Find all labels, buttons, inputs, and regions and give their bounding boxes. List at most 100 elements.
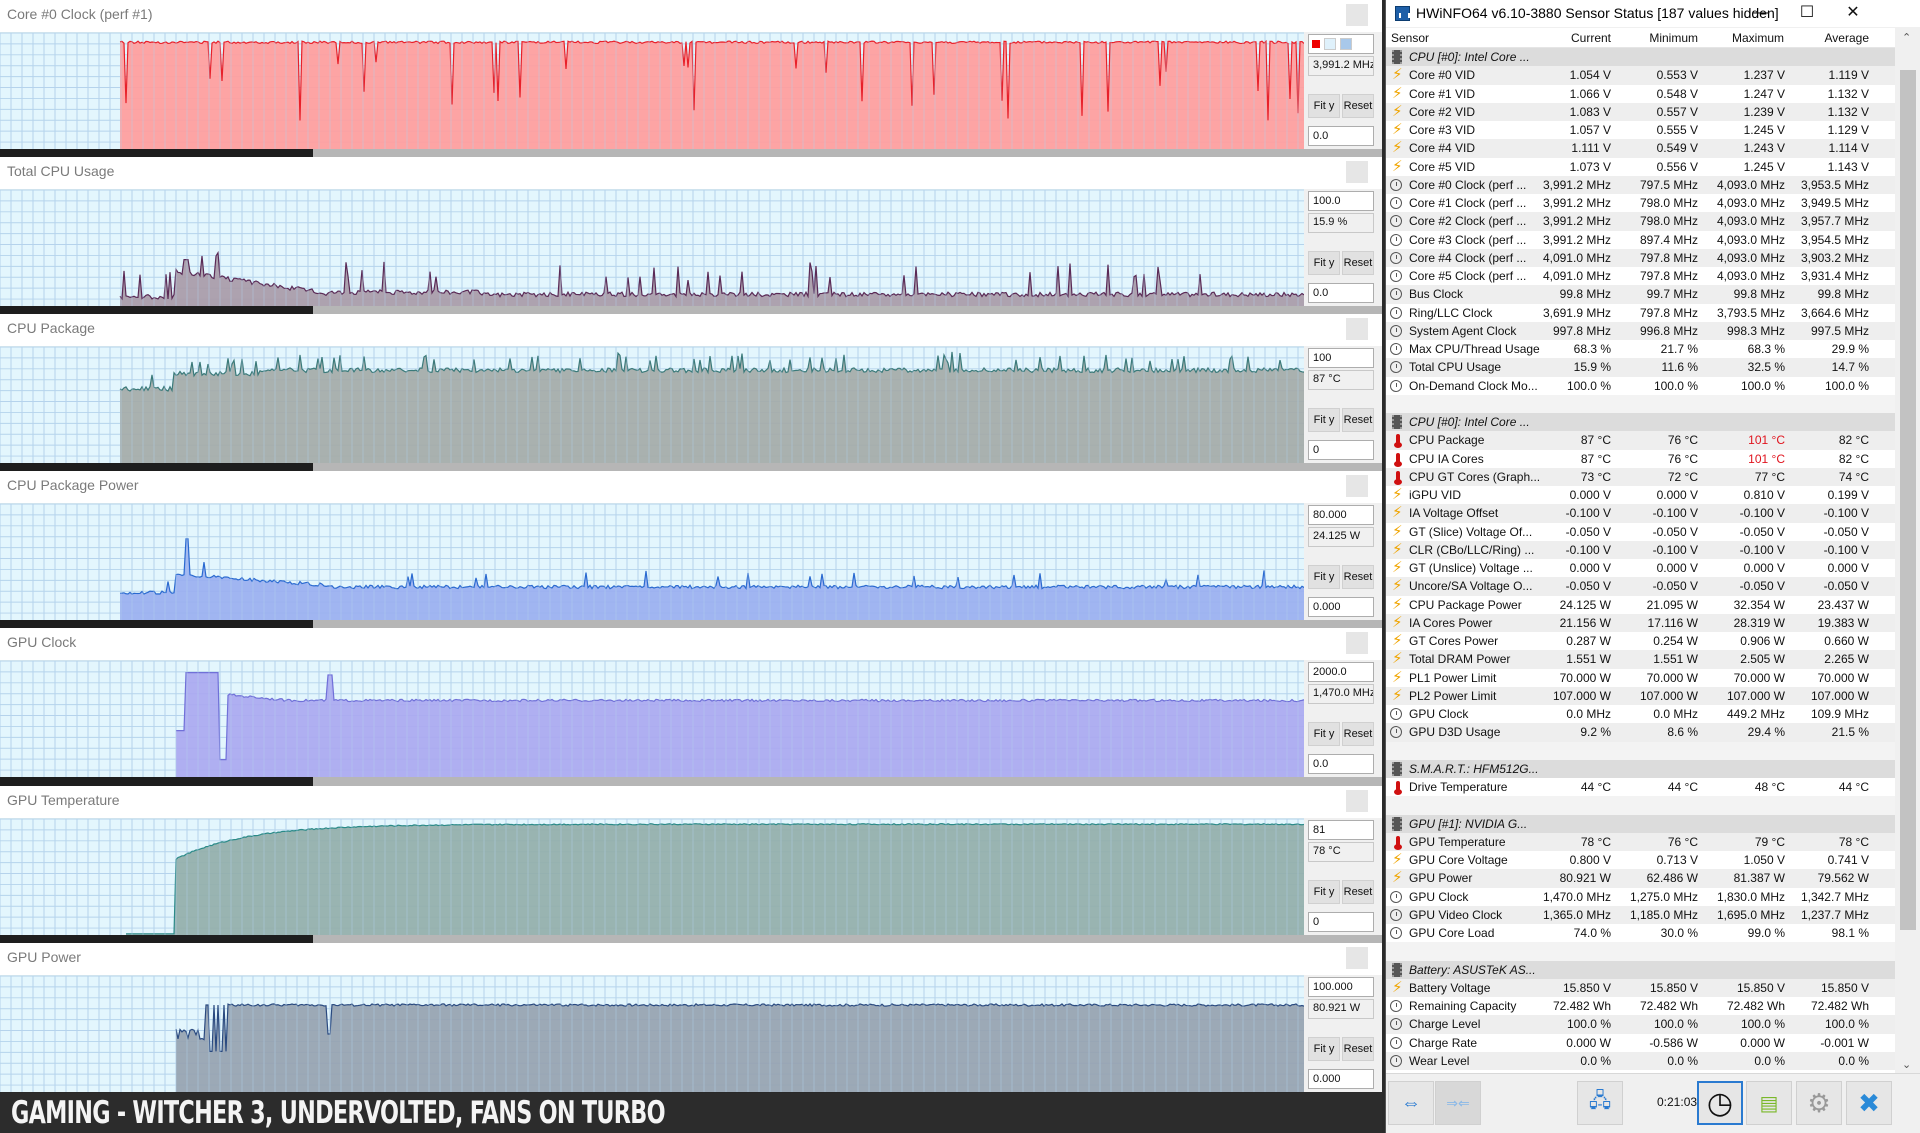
expand-button[interactable]: ⇔ [1388,1081,1434,1125]
reset-button[interactable]: Reset [1342,565,1374,589]
sensor-row[interactable]: ⚡ CLR (CBo/LLC/Ring) ... -0.100 V -0.100 V-… [1386,540,1895,559]
graph-close-button[interactable] [1346,4,1368,26]
reset-button[interactable]: Reset [1342,94,1374,118]
sensor-row[interactable]: GPU D3D Usage 9.2 % 8.6 % 29.4 % 21.5 % [1386,723,1895,742]
graph-close-button[interactable] [1346,161,1368,183]
graph-plot[interactable] [0,660,1304,777]
log-button[interactable]: ▤ [1746,1081,1792,1125]
sensor-row[interactable]: ⚡ PL2 Power Limit 107.000 W 107.000 W 107.00… [1386,686,1895,705]
y-max-input[interactable] [1308,191,1374,211]
line-color-swatch[interactable] [1312,40,1320,48]
y-min-input[interactable] [1308,597,1374,617]
graph-plot[interactable] [0,503,1304,620]
sensor-row[interactable]: ⚡ IA Voltage Offset -0.100 V -0.100 V -0.100… [1386,504,1895,523]
sensor-row[interactable]: ⚡ Battery Voltage 15.850 V 15.850 V 15.850 V… [1386,978,1895,997]
background-color-swatch[interactable] [1324,38,1336,50]
column-average[interactable]: Average [1814,31,1869,45]
sensor-row[interactable]: Total CPU Usage 15.9 % 11.6 % 32.5 % 14.7 % [1386,358,1895,377]
column-sensor[interactable]: Sensor [1391,31,1429,45]
fit-y-button[interactable]: Fit y [1308,880,1340,904]
graph-plot[interactable] [0,32,1304,149]
sensor-row[interactable]: ⚡ Total DRAM Power 1.551 W 1.551 W 2.505 W 2.… [1386,650,1895,669]
y-min-input[interactable] [1308,754,1374,774]
exit-button[interactable]: ✖ [1846,1081,1892,1125]
reset-button[interactable]: Reset [1342,1037,1374,1061]
sensor-row[interactable]: Remaining Capacity 72.482 Wh 72.482 Wh 72.4… [1386,997,1895,1015]
sensor-group-row[interactable]: CPU [#0]: Intel Core ... [1386,413,1895,432]
sensor-row[interactable]: ⚡ Core #3 VID 1.057 V 0.555 V 1.245 V 1.129 V [1386,121,1895,139]
sensor-group-row[interactable]: Battery: ASUSTeK AS... [1386,960,1895,979]
sensor-row[interactable]: ⚡ GT (Slice) Voltage Of... -0.050 V -0.050 … [1386,523,1895,541]
y-min-input[interactable] [1308,440,1374,460]
close-button[interactable]: ✕ [1830,0,1876,27]
sensor-row[interactable]: CPU Package 87 °C 76 °C 101 °C 82 °C [1386,431,1895,450]
sensor-group-row[interactable]: S.M.A.R.T.: HFM512G... [1386,759,1895,778]
column-minimum[interactable]: Minimum [1640,31,1698,45]
graph-plot[interactable] [0,189,1304,306]
sensor-row[interactable]: GPU Video Clock 1,365.0 MHz 1,185.0 MHz 1,6… [1386,905,1895,924]
settings-button[interactable]: ⚙ [1796,1081,1842,1125]
sensor-row[interactable]: Core #1 Clock (perf ... 3,991.2 MHz 798.0 … [1386,194,1895,212]
minimize-button[interactable]: — [1738,0,1784,27]
y-min-input[interactable] [1308,126,1374,146]
sensor-row[interactable]: Charge Level 100.0 % 100.0 % 100.0 % 100.0 % [1386,1015,1895,1034]
sensor-row[interactable]: GPU Clock 1,470.0 MHz 1,275.0 MHz 1,830.0 M… [1386,888,1895,906]
y-max-input[interactable] [1308,505,1374,525]
y-max-input[interactable] [1308,977,1374,997]
sensor-row[interactable]: GPU Temperature 78 °C 76 °C 79 °C 78 °C [1386,832,1895,851]
sensor-row[interactable]: Max CPU/Thread Usage 68.3 % 21.7 % 68.3 % 29… [1386,340,1895,358]
sensor-row[interactable]: ⚡ GPU Power 80.921 W 62.486 W 81.387 W 79.562… [1386,869,1895,888]
sensor-row[interactable]: Core #5 Clock (perf ... 4,091.0 MHz 797.8 … [1386,267,1895,285]
sensor-row[interactable]: ⚡ CPU Package Power 24.125 W 21.095 W 32.354… [1386,596,1895,614]
fit-y-button[interactable]: Fit y [1308,94,1340,118]
sensor-row[interactable]: Core #3 Clock (perf ... 3,991.2 MHz 897.4 … [1386,231,1895,249]
scrollbar-thumb[interactable] [1900,70,1916,930]
scroll-down-icon[interactable]: ⌄ [1902,1058,1911,1071]
fit-y-button[interactable]: Fit y [1308,722,1340,746]
fit-y-button[interactable]: Fit y [1308,565,1340,589]
y-min-input[interactable] [1308,912,1374,932]
sensor-row[interactable]: On-Demand Clock Mo... 100.0 % 100.0 % 100.0… [1386,377,1895,395]
sensor-row[interactable]: ⚡ Core #4 VID 1.111 V 0.549 V 1.243 V 1.114 V [1386,139,1895,158]
y-max-input[interactable] [1308,820,1374,840]
y-min-input[interactable] [1308,283,1374,303]
sensor-row[interactable]: ⚡ GT (Unslice) Voltage ... 0.000 V 0.000 V0… [1386,559,1895,577]
sensor-row[interactable]: Core #0 Clock (perf ... 3,991.2 MHz 797.5 … [1386,175,1895,194]
sensor-row[interactable]: CPU IA Cores 87 °C 76 °C 101 °C 82 °C [1386,450,1895,468]
reset-button[interactable]: Reset [1342,880,1374,904]
sensor-row[interactable]: CPU GT Cores (Graph... 73 °C 72 °C 77 °C 74 … [1386,467,1895,486]
sensor-row[interactable]: ⚡ IA Cores Power 21.156 W 17.116 W 28.319 W1… [1386,613,1895,632]
y-min-input[interactable] [1308,1069,1374,1089]
sensor-row[interactable]: ⚡ PL1 Power Limit 70.000 W 70.000 W 70.000 W… [1386,669,1895,687]
color-swatch-group[interactable] [1308,34,1374,54]
fit-y-button[interactable]: Fit y [1308,251,1340,275]
sensor-row[interactable]: Charge Rate 0.000 W -0.586 W 0.000 W -0.001 … [1386,1034,1895,1052]
collapse-button[interactable]: ⇒⇐ [1435,1081,1481,1125]
column-current[interactable]: Current [1557,31,1611,45]
sensor-row[interactable]: ⚡ GPU Core Voltage 0.800 V 0.713 V 1.050 V 0.… [1386,851,1895,869]
sensor-row[interactable]: ⚡ iGPU VID 0.000 V 0.000 V 0.810 V 0.199 V [1386,486,1895,504]
y-max-input[interactable] [1308,662,1374,682]
grid-color-swatch[interactable] [1340,38,1352,50]
sensor-row[interactable]: ⚡ GT Cores Power 0.287 W 0.254 W 0.906 W 0.66… [1386,632,1895,650]
sensor-row[interactable]: Bus Clock 99.8 MHz 99.7 MHz 99.8 MHz 99.8 MH… [1386,285,1895,304]
sensor-row[interactable]: ⚡ Uncore/SA Voltage O... -0.050 V -0.050 V-… [1386,577,1895,596]
graph-close-button[interactable] [1346,947,1368,969]
y-max-input[interactable] [1308,348,1374,368]
clock-reset-button[interactable]: ◷ [1697,1081,1743,1125]
graph-close-button[interactable] [1346,475,1368,497]
reset-button[interactable]: Reset [1342,408,1374,432]
sensor-row[interactable]: ⚡ Core #0 VID 1.054 V 0.553 V 1.237 V 1.119 V [1386,66,1895,85]
title-bar[interactable]: HWiNFO64 v6.10-3880 Sensor Status [187 v… [1386,0,1920,27]
fit-y-button[interactable]: Fit y [1308,408,1340,432]
network-button[interactable]: 🖧 [1577,1081,1623,1125]
sensor-row[interactable]: GPU Core Load 74.0 % 30.0 % 99.0 % 98.1 % [1386,924,1895,942]
sensor-row[interactable]: Core #2 Clock (perf ... 3,991.2 MHz 798.0 … [1386,212,1895,231]
sensor-row[interactable]: Wear Level 0.0 % 0.0 % 0.0 % 0.0 % [1386,1051,1895,1070]
sensor-row[interactable]: Core #4 Clock (perf ... 4,091.0 MHz 797.8 … [1386,248,1895,267]
reset-button[interactable]: Reset [1342,251,1374,275]
graph-close-button[interactable] [1346,632,1368,654]
graph-plot[interactable] [0,975,1304,1092]
reset-button[interactable]: Reset [1342,722,1374,746]
sensor-group-row[interactable]: GPU [#1]: NVIDIA G... [1386,814,1895,833]
